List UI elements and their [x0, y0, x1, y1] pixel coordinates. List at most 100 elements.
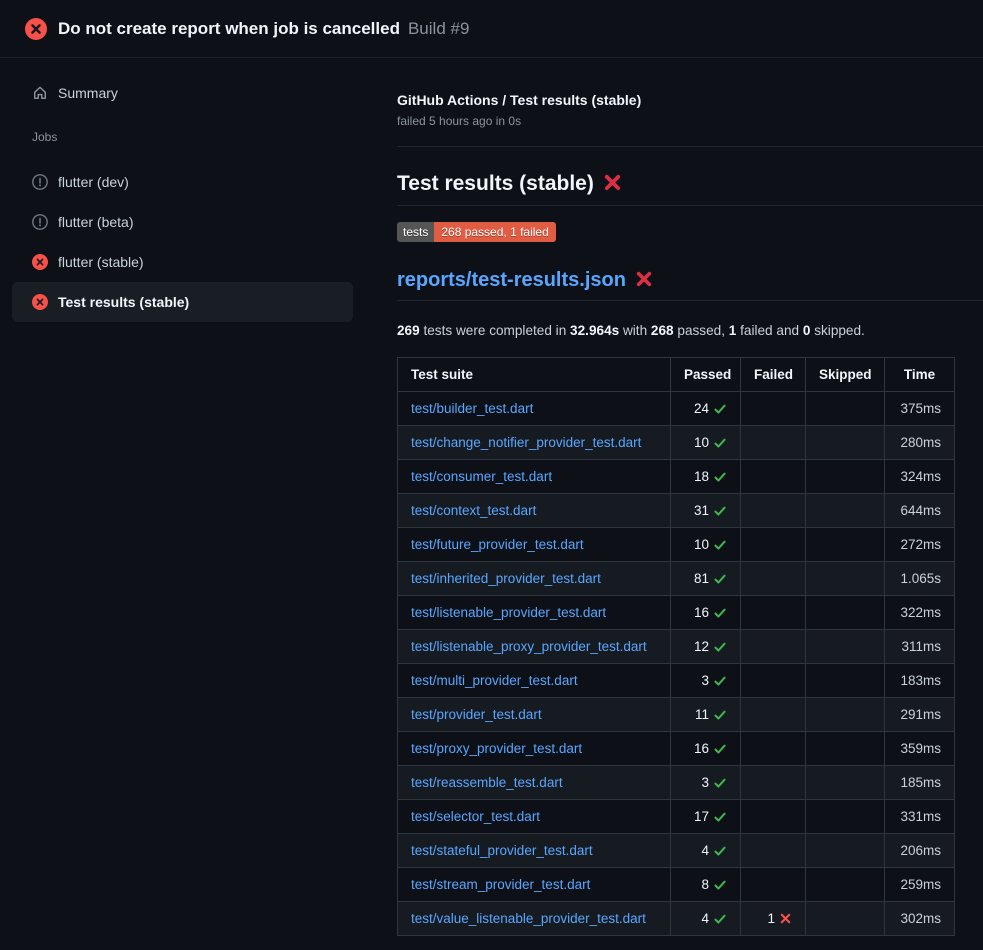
failed-cell — [741, 630, 806, 664]
failed-cell — [741, 426, 806, 460]
passed-cell: 10 — [671, 528, 741, 562]
check-icon — [713, 674, 727, 688]
test-suite-link[interactable]: test/listenable_proxy_provider_test.dart — [411, 639, 647, 654]
sidebar-job-item[interactable]: flutter (beta) — [12, 202, 353, 242]
passed-cell: 3 — [671, 664, 741, 698]
passed-cell-count: 18 — [694, 468, 709, 485]
test-suite-link[interactable]: test/builder_test.dart — [411, 401, 533, 416]
time-cell: 1.065s — [885, 562, 955, 596]
cancelled-icon — [32, 214, 48, 230]
sidebar-job-label: Test results (stable) — [58, 294, 189, 310]
table-row: test/selector_test.dart17 331ms — [398, 800, 955, 834]
failed-cell — [741, 732, 806, 766]
passed-cell-count: 3 — [701, 774, 709, 791]
failed-cell — [741, 698, 806, 732]
table-row: test/multi_provider_test.dart3 183ms — [398, 664, 955, 698]
summary-segment: 268 — [651, 323, 674, 338]
sidebar-job-item[interactable]: Test results (stable) — [12, 282, 353, 322]
passed-cell: 17 — [671, 800, 741, 834]
test-suite-link[interactable]: test/context_test.dart — [411, 503, 536, 518]
sidebar-job-item[interactable]: flutter (stable) — [12, 242, 353, 282]
passed-cell-count: 24 — [694, 400, 709, 417]
test-suite-cell: test/reassemble_test.dart — [398, 766, 671, 800]
run-header: Do not create report when job is cancell… — [0, 0, 983, 58]
breadcrumb: GitHub Actions / Test results (stable) — [397, 92, 983, 109]
jobs-section-label: Jobs — [32, 130, 353, 145]
check-icon — [713, 470, 727, 484]
passed-cell-count: 4 — [701, 842, 709, 859]
passed-cell-count: 4 — [701, 910, 709, 927]
test-suite-link[interactable]: test/provider_test.dart — [411, 707, 542, 722]
column-header: Failed — [741, 358, 806, 392]
time-cell: 272ms — [885, 528, 955, 562]
failed-x-icon — [635, 270, 653, 288]
main-content: GitHub Actions / Test results (stable) f… — [365, 58, 983, 950]
failed-cell — [741, 460, 806, 494]
sidebar-job-item[interactable]: flutter (dev) — [12, 162, 353, 202]
test-suite-link[interactable]: test/listenable_provider_test.dart — [411, 605, 606, 620]
test-suite-link[interactable]: test/inherited_provider_test.dart — [411, 571, 601, 586]
failed-icon — [32, 294, 48, 310]
test-suite-cell: test/value_listenable_provider_test.dart — [398, 902, 671, 936]
test-suite-link[interactable]: test/future_provider_test.dart — [411, 537, 584, 552]
summary-segment: skipped. — [810, 323, 864, 338]
skipped-cell — [806, 494, 885, 528]
table-row: test/listenable_provider_test.dart16 322… — [398, 596, 955, 630]
passed-cell-count: 16 — [694, 740, 709, 757]
skipped-cell — [806, 902, 885, 936]
test-suite-cell: test/change_notifier_provider_test.dart — [398, 426, 671, 460]
skipped-cell — [806, 392, 885, 426]
passed-cell: 31 — [671, 494, 741, 528]
passed-cell: 4 — [671, 834, 741, 868]
passed-cell: 81 — [671, 562, 741, 596]
skipped-cell — [806, 426, 885, 460]
test-suite-link[interactable]: test/stateful_provider_test.dart — [411, 843, 593, 858]
divider — [397, 146, 983, 147]
test-suite-cell: test/selector_test.dart — [398, 800, 671, 834]
time-cell: 375ms — [885, 392, 955, 426]
passed-cell-count: 16 — [694, 604, 709, 621]
failed-x-icon — [603, 173, 622, 192]
failed-cell — [741, 392, 806, 426]
passed-cell-count: 8 — [701, 876, 709, 893]
skipped-cell — [806, 834, 885, 868]
run-build-number: Build #9 — [408, 19, 469, 39]
passed-cell: 16 — [671, 596, 741, 630]
sidebar-item-summary[interactable]: Summary — [12, 74, 353, 112]
table-row: test/change_notifier_provider_test.dart1… — [398, 426, 955, 460]
report-link[interactable]: reports/test-results.json — [397, 269, 626, 291]
failed-cell — [741, 528, 806, 562]
x-icon — [779, 912, 792, 925]
check-icon — [713, 640, 727, 654]
check-icon — [713, 742, 727, 756]
sidebar: Summary Jobs flutter (dev) flutter (beta… — [0, 58, 365, 950]
check-icon — [713, 810, 727, 824]
time-cell: 359ms — [885, 732, 955, 766]
failed-cell — [741, 664, 806, 698]
results-table: Test suitePassedFailedSkippedTime test/b… — [397, 357, 955, 936]
test-suite-link[interactable]: test/reassemble_test.dart — [411, 775, 563, 790]
table-row: test/future_provider_test.dart 10 272ms — [398, 528, 955, 562]
test-suite-link[interactable]: test/multi_provider_test.dart — [411, 673, 578, 688]
failed-cell-count: 1 — [767, 910, 775, 927]
check-icon — [713, 436, 727, 450]
test-suite-link[interactable]: test/change_notifier_provider_test.dart — [411, 435, 641, 450]
failed-status-icon — [25, 18, 47, 40]
test-suite-link[interactable]: test/value_listenable_provider_test.dart — [411, 911, 646, 926]
passed-cell: 24 — [671, 392, 741, 426]
check-icon — [713, 538, 727, 552]
run-title: Do not create report when job is cancell… — [58, 19, 400, 39]
test-suite-link[interactable]: test/consumer_test.dart — [411, 469, 552, 484]
summary-segment: tests were completed in — [420, 323, 570, 338]
skipped-cell — [806, 800, 885, 834]
test-suite-cell: test/listenable_proxy_provider_test.dart — [398, 630, 671, 664]
skipped-cell — [806, 562, 885, 596]
failed-cell — [741, 834, 806, 868]
test-suite-link[interactable]: test/selector_test.dart — [411, 809, 540, 824]
column-header: Passed — [671, 358, 741, 392]
passed-cell-count: 10 — [694, 536, 709, 553]
table-header-row: Test suitePassedFailedSkippedTime — [398, 358, 955, 392]
test-suite-link[interactable]: test/proxy_provider_test.dart — [411, 741, 582, 756]
test-suite-link[interactable]: test/stream_provider_test.dart — [411, 877, 590, 892]
jobs-list: flutter (dev) flutter (beta) flutter (st… — [12, 162, 353, 322]
